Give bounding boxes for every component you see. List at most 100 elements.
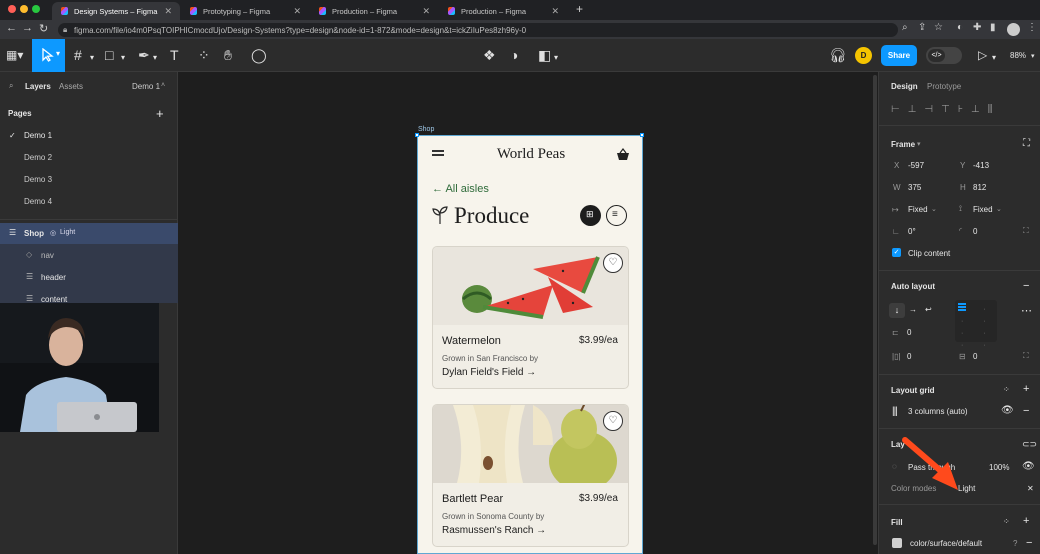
direction-vertical-button[interactable]: ↓ (889, 303, 905, 318)
profile-avatar[interactable] (1007, 23, 1020, 36)
remove-auto-layout-icon[interactable]: − (1023, 280, 1029, 292)
chevron-down-icon[interactable]: ▾ (992, 53, 996, 62)
height-field[interactable]: 812 (973, 183, 986, 192)
zoom-icon[interactable]: ⌕ (902, 22, 908, 33)
close-icon[interactable]: ✕ (1027, 484, 1034, 493)
columns-grid-icon[interactable]: ||| (892, 406, 898, 417)
frame-tool-icon[interactable]: # (74, 47, 82, 63)
remove-grid-icon[interactable]: − (1023, 405, 1029, 417)
grid-styles-icon[interactable]: ⁘ (1003, 385, 1010, 394)
tab-assets[interactable]: Assets (59, 82, 83, 91)
rectangle-tool-icon[interactable]: □ (105, 47, 113, 63)
basket-icon[interactable] (616, 148, 630, 161)
farm-link[interactable]: Dylan Field's Field → (442, 367, 536, 378)
frame-heading[interactable]: Frame (891, 140, 915, 149)
corner-radius-field[interactable]: 0 (973, 227, 977, 236)
close-window-button[interactable] (8, 5, 16, 13)
independent-corners-icon[interactable]: ⛶ (1023, 226, 1029, 236)
browser-tab-production-1[interactable]: Production – Figma ✕ (310, 2, 438, 20)
opacity-field[interactable]: 100% (989, 463, 1009, 472)
text-tool-icon[interactable]: T (170, 47, 179, 63)
fill-styles-icon[interactable]: ⁘ (1003, 517, 1010, 526)
direction-horizontal-button[interactable]: → (909, 305, 917, 314)
page-item-demo-1[interactable]: Demo 1 (24, 131, 52, 140)
grid-view-button[interactable]: ⊞ (580, 205, 601, 226)
x-field[interactable]: -597 (908, 161, 924, 170)
tab-layers[interactable]: Layers (25, 82, 51, 91)
eye-icon[interactable]: 👁︎ (1022, 461, 1035, 472)
url-field[interactable]: 🔒︎ figma.com/file/io4m0PsqTOIPHICmocdUjo… (58, 23, 898, 37)
selection-handle[interactable] (640, 133, 644, 137)
vertical-padding-field[interactable]: 0 (973, 352, 977, 361)
close-icon[interactable]: ✕ (551, 6, 559, 17)
comment-tool-icon[interactable]: ◯ (251, 47, 267, 64)
farm-link[interactable]: Rasmussen's Ranch → (442, 525, 546, 536)
width-field[interactable]: 375 (908, 183, 921, 192)
layer-row-nav[interactable]: nav (41, 251, 54, 260)
wrap-icon[interactable]: ↩ (925, 305, 932, 314)
chevron-down-icon[interactable]: ⌄ (931, 205, 937, 213)
components-tool-icon[interactable]: ⁘ (198, 47, 210, 64)
alignment-icons[interactable]: ⊢⊥⊣⊤⊦⊥⫼ (891, 104, 1000, 115)
new-tab-icon[interactable]: + (576, 2, 583, 16)
remove-fill-icon[interactable]: − (1026, 537, 1032, 549)
add-page-icon[interactable]: + (156, 106, 164, 121)
y-field[interactable]: -413 (973, 161, 989, 170)
variable-mode-icon[interactable]: ⊂⊃ (1022, 439, 1037, 450)
close-icon[interactable]: ✕ (164, 6, 172, 17)
search-icon[interactable]: ⌕ (9, 81, 13, 91)
move-tool-button[interactable]: ▾ (32, 39, 65, 72)
add-layout-grid-icon[interactable]: + (1023, 383, 1029, 395)
fill-swatch[interactable] (892, 538, 902, 548)
selection-handle[interactable] (415, 133, 419, 137)
sidebar-icon[interactable]: ▮ (990, 22, 996, 33)
gap-field[interactable]: 0 (907, 328, 911, 337)
pen-tool-icon[interactable]: ✒ (138, 47, 150, 64)
puzzle-icon[interactable]: ✚ (973, 22, 981, 33)
list-view-button[interactable]: ≡ (606, 205, 627, 226)
play-icon[interactable]: ▷ (978, 48, 987, 62)
all-aisles-link[interactable]: ← All aisles (432, 183, 489, 195)
chevron-down-icon[interactable]: ▾ (1031, 52, 1035, 60)
chevron-down-icon[interactable]: ˄ (161, 82, 165, 89)
browser-tab-production-2[interactable]: Production – Figma ✕ (439, 2, 567, 20)
boolean-icon[interactable]: ◧ (538, 47, 551, 64)
individual-padding-icon[interactable]: ⛶ (1023, 351, 1029, 361)
extension-icon[interactable]: ◐ (957, 22, 963, 33)
headphones-icon[interactable]: 🎧︎ (829, 47, 847, 64)
height-mode-select[interactable]: Fixed (973, 205, 993, 214)
back-arrow-icon[interactable]: ← (6, 22, 17, 34)
minimize-window-button[interactable] (20, 5, 28, 13)
page-selector[interactable]: Demo 1 (132, 82, 160, 91)
user-avatar[interactable]: D (855, 47, 872, 64)
zoom-level[interactable]: 88% (1010, 51, 1026, 60)
help-icon[interactable]: ? (1013, 539, 1017, 548)
component-icon[interactable]: ❖ (483, 47, 496, 64)
share-page-icon[interactable]: ⇪ (918, 22, 926, 33)
maximize-window-button[interactable] (32, 5, 40, 13)
share-button[interactable]: Share (881, 45, 917, 66)
more-horizontal-icon[interactable]: ⋯ (1021, 304, 1032, 317)
rotation-field[interactable]: 0° (908, 227, 916, 236)
hand-tool-icon[interactable]: ✋︎ (224, 47, 232, 64)
layout-grid-item[interactable]: 3 columns (auto) (908, 407, 968, 416)
tab-prototype[interactable]: Prototype (927, 82, 961, 91)
browser-tab-design-systems[interactable]: Design Systems – Figma ✕ (52, 2, 180, 20)
reload-icon[interactable]: ↻ (39, 22, 48, 35)
frame-label[interactable]: Shop (418, 126, 434, 133)
add-fill-icon[interactable]: + (1023, 515, 1029, 527)
page-item-demo-4[interactable]: Demo 4 (24, 197, 52, 206)
shop-frame[interactable]: World Peas ← All aisles Produce ⊞ ≡ ♡ Wa… (417, 135, 643, 554)
page-item-demo-2[interactable]: Demo 2 (24, 153, 52, 162)
clip-content-checkbox[interactable]: ✓ (892, 248, 901, 257)
browser-tab-prototyping[interactable]: Prototyping – Figma ✕ (181, 2, 309, 20)
chevron-down-icon[interactable]: ▾ (554, 53, 558, 62)
dev-mode-toggle[interactable]: </> (926, 47, 962, 64)
product-card-pear[interactable]: ♡ Bartlett Pear $3.99/ea Grown in Sonoma… (432, 404, 629, 547)
product-card-watermelon[interactable]: ♡ Watermelon $3.99/ea Grown in San Franc… (432, 246, 629, 389)
contrast-icon[interactable]: ◑ (510, 47, 518, 63)
tab-design[interactable]: Design (891, 82, 918, 91)
chevron-down-icon[interactable]: ▾ (153, 53, 157, 62)
close-icon[interactable]: ✕ (293, 6, 301, 17)
resize-to-fit-icon[interactable]: ⛶ (1023, 138, 1030, 149)
